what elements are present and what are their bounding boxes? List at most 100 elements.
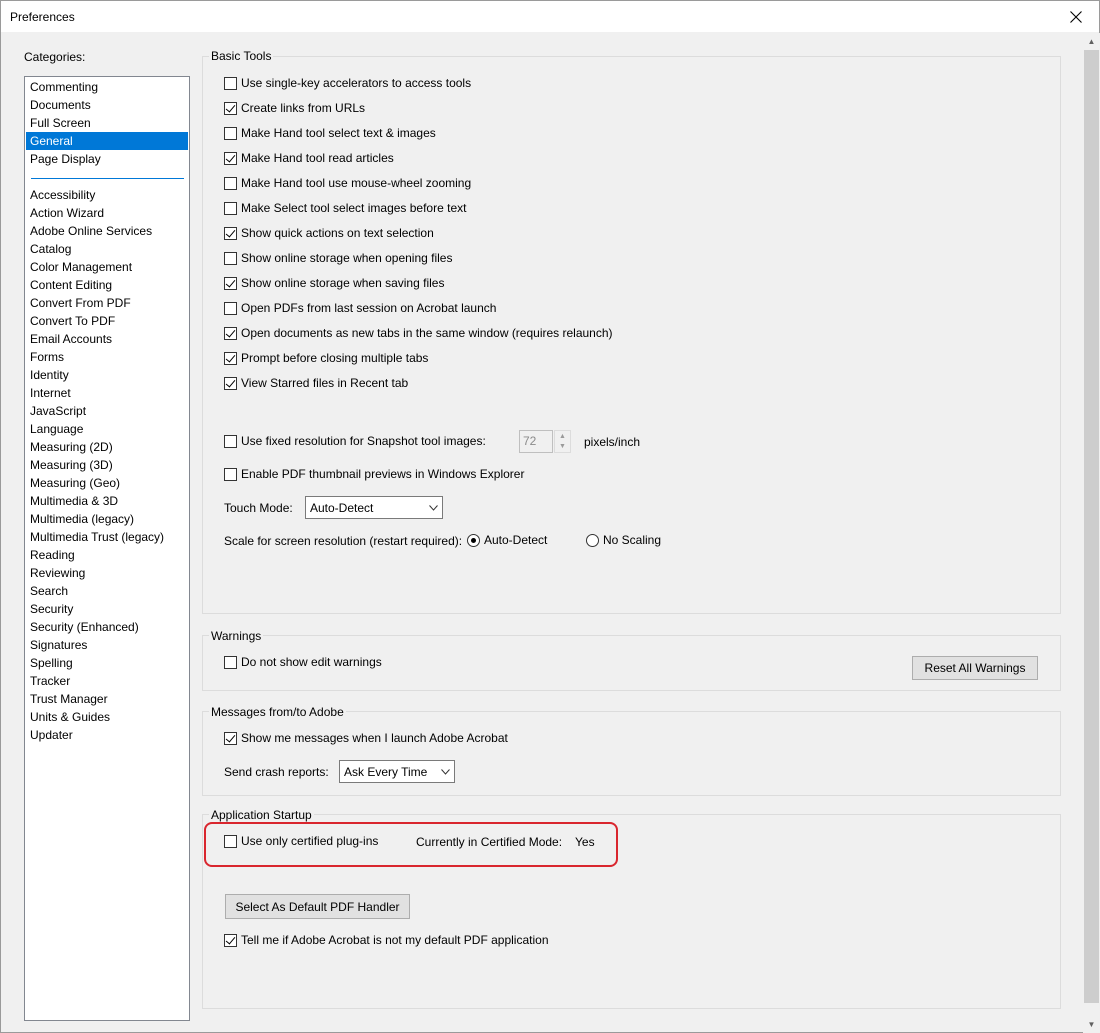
launch-messages-option[interactable]: Show me messages when I launch Adobe Acr… [224,730,508,746]
category-item[interactable]: Content Editing [26,276,188,294]
category-item[interactable]: Reviewing [26,564,188,582]
category-item[interactable]: Convert To PDF [26,312,188,330]
launch-messages-checkbox[interactable] [224,731,237,745]
category-item[interactable]: General [26,132,188,150]
category-item[interactable]: Units & Guides [26,708,188,726]
category-item[interactable]: Multimedia Trust (legacy) [26,528,188,546]
category-item[interactable]: Measuring (Geo) [26,474,188,492]
category-item[interactable]: Security (Enhanced) [26,618,188,636]
basic-tool-option[interactable]: Use single-key accelerators to access to… [224,75,471,91]
category-item[interactable]: Security [26,600,188,618]
scale-auto-detect-radio[interactable] [467,533,480,547]
basic-tool-option[interactable]: Show online storage when opening files [224,250,452,266]
basic-tool-option[interactable]: Create links from URLs [224,100,365,116]
category-item[interactable]: Documents [26,96,188,114]
category-item[interactable]: Language [26,420,188,438]
basic-tool-checkbox[interactable] [224,201,237,215]
category-item[interactable]: Action Wizard [26,204,188,222]
scroll-down-icon[interactable]: ▼ [1083,1016,1100,1033]
touch-mode-select[interactable]: Auto-Detect [305,496,443,519]
basic-tool-checkbox[interactable] [224,351,237,365]
snapshot-resolution-stepper[interactable]: ▲ ▼ [554,430,571,453]
basic-tool-checkbox[interactable] [224,376,237,390]
basic-tool-option[interactable]: Open documents as new tabs in the same w… [224,325,613,341]
category-item[interactable]: Spelling [26,654,188,672]
category-item[interactable]: Measuring (2D) [26,438,188,456]
basic-tool-label: Show online storage when saving files [241,276,445,290]
category-item[interactable]: Convert From PDF [26,294,188,312]
category-item[interactable]: Accessibility [26,186,188,204]
launch-messages-label: Show me messages when I launch Adobe Acr… [241,731,508,745]
category-item[interactable]: Catalog [26,240,188,258]
basic-tool-checkbox[interactable] [224,76,237,90]
basic-tool-checkbox[interactable] [224,226,237,240]
basic-tool-option[interactable]: View Starred files in Recent tab [224,375,408,391]
basic-tool-checkbox[interactable] [224,251,237,265]
reset-all-warnings-button[interactable]: Reset All Warnings [912,656,1038,680]
basic-tool-checkbox[interactable] [224,101,237,115]
edit-warnings-checkbox[interactable] [224,655,237,669]
edit-warnings-option[interactable]: Do not show edit warnings [224,654,382,670]
basic-tool-checkbox[interactable] [224,326,237,340]
crash-reports-select[interactable]: Ask Every Time [339,760,455,783]
snapshot-resolution-input[interactable]: 72 [519,430,553,453]
basic-tool-option[interactable]: Show online storage when saving files [224,275,444,291]
basic-tool-option[interactable]: Make Hand tool read articles [224,150,394,166]
scale-auto-detect-option[interactable]: Auto-Detect [467,532,547,548]
default-app-notify-option[interactable]: Tell me if Adobe Acrobat is not my defau… [224,932,549,948]
category-item[interactable]: Search [26,582,188,600]
basic-tool-checkbox[interactable] [224,276,237,290]
basic-tool-checkbox[interactable] [224,301,237,315]
close-button[interactable] [1053,1,1099,32]
category-item[interactable]: Trust Manager [26,690,188,708]
category-item[interactable]: Page Display [26,150,188,168]
category-item[interactable]: Adobe Online Services [26,222,188,240]
basic-tool-label: Make Hand tool select text & images [241,126,436,140]
basic-tool-label: Make Select tool select images before te… [241,201,467,215]
basic-tool-checkbox[interactable] [224,126,237,140]
categories-list[interactable]: Commenting Documents Full Screen General Pag… [24,76,190,1021]
basic-tool-option[interactable]: Make Hand tool use mouse-wheel zooming [224,175,471,191]
category-item[interactable]: Multimedia & 3D [26,492,188,510]
edit-warnings-label: Do not show edit warnings [241,655,382,669]
basic-tool-checkbox[interactable] [224,151,237,165]
basic-tool-option[interactable]: Prompt before closing multiple tabs [224,350,428,366]
stepper-up-icon[interactable]: ▲ [555,431,570,441]
stepper-down-icon[interactable]: ▼ [555,441,570,451]
category-item[interactable]: Identity [26,366,188,384]
scrollbar-thumb[interactable] [1084,50,1099,1003]
default-app-notify-checkbox[interactable] [224,933,237,947]
category-item[interactable]: Signatures [26,636,188,654]
basic-tool-checkbox[interactable] [224,176,237,190]
thumbnail-preview-option[interactable]: Enable PDF thumbnail previews in Windows… [224,466,524,482]
category-item[interactable]: Email Accounts [26,330,188,348]
thumbnail-preview-checkbox[interactable] [224,467,237,481]
category-item[interactable]: Reading [26,546,188,564]
category-item[interactable]: JavaScript [26,402,188,420]
default-pdf-handler-button[interactable]: Select As Default PDF Handler [225,894,410,919]
category-item[interactable]: Multimedia (legacy) [26,510,188,528]
scale-none-radio[interactable] [586,533,599,547]
category-item[interactable]: Tracker [26,672,188,690]
basic-tool-label: Make Hand tool read articles [241,151,394,165]
category-item[interactable]: Updater [26,726,188,744]
snapshot-resolution-option[interactable]: Use fixed resolution for Snapshot tool i… [224,433,486,449]
touch-mode-value: Auto-Detect [310,500,374,515]
basic-tool-option[interactable]: Make Select tool select images before te… [224,200,466,216]
crash-reports-value: Ask Every Time [344,764,428,779]
application-startup-title: Application Startup [209,808,314,822]
snapshot-resolution-checkbox[interactable] [224,434,237,448]
snapshot-unit-label: pixels/inch [584,435,641,449]
category-item[interactable]: Measuring (3D) [26,456,188,474]
category-item[interactable]: Full Screen [26,114,188,132]
vertical-scrollbar[interactable]: ▲ ▼ [1083,33,1100,1033]
basic-tool-option[interactable]: Make Hand tool select text & images [224,125,436,141]
basic-tool-option[interactable]: Show quick actions on text selection [224,225,434,241]
category-item[interactable]: Internet [26,384,188,402]
scale-none-option[interactable]: No Scaling [586,532,661,548]
category-item[interactable]: Forms [26,348,188,366]
scroll-up-icon[interactable]: ▲ [1083,33,1100,50]
basic-tool-option[interactable]: Open PDFs from last session on Acrobat l… [224,300,496,316]
category-item[interactable]: Color Management [26,258,188,276]
category-item[interactable]: Commenting [26,78,188,96]
